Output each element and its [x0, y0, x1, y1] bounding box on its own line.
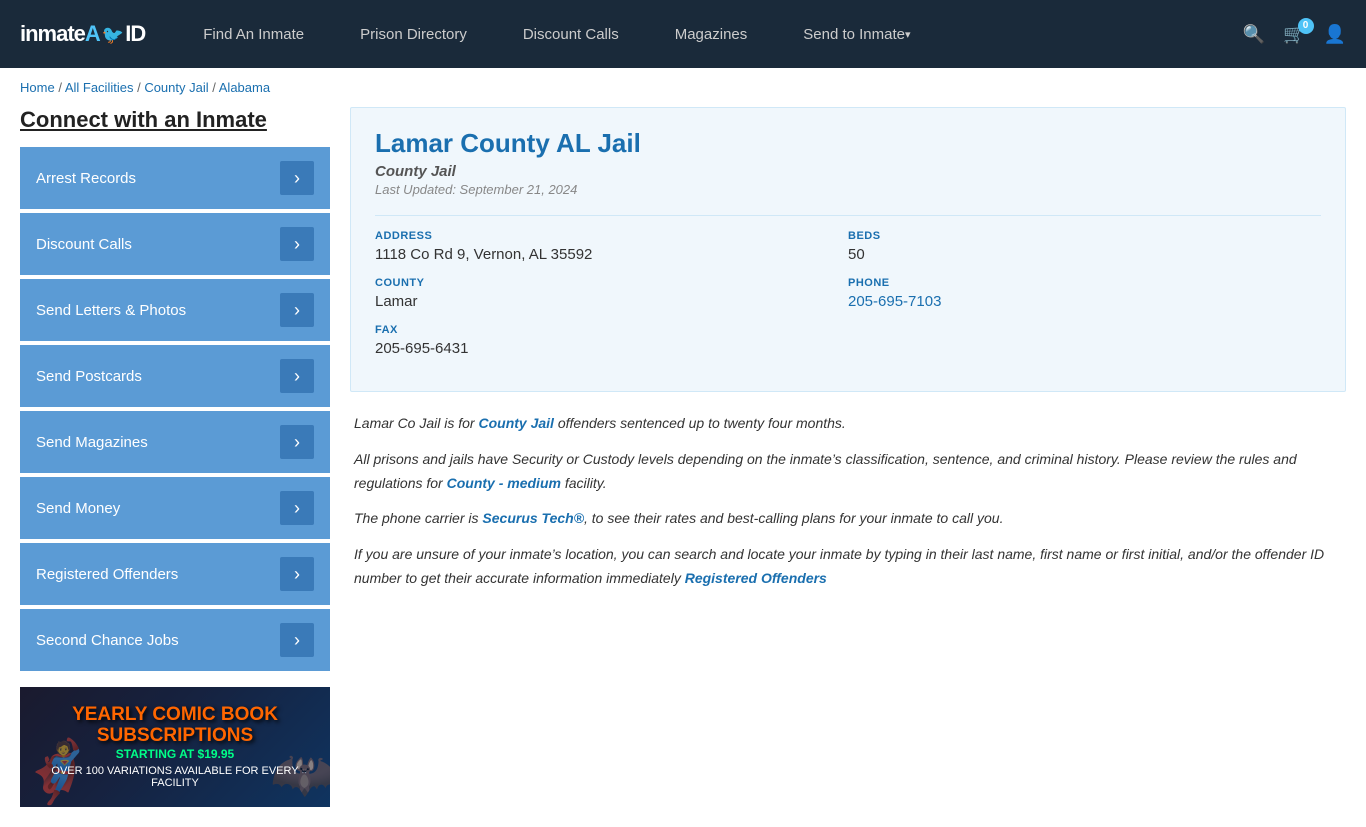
phone-label: PHONE [848, 277, 1321, 289]
cart-icon[interactable]: 🛒 0 [1283, 24, 1305, 45]
sidebar-send-letters[interactable]: Send Letters & Photos › [20, 279, 330, 341]
desc-para2: All prisons and jails have Security or C… [354, 448, 1342, 496]
breadcrumb-home[interactable]: Home [20, 80, 55, 95]
sidebar-title: Connect with an Inmate [20, 107, 330, 133]
ad-sub: OVER 100 VARIATIONS AVAILABLE FOR EVERY … [32, 765, 318, 789]
fax-label: FAX [375, 324, 848, 336]
sidebar-registered-offenders[interactable]: Registered Offenders › [20, 543, 330, 605]
sidebar-send-magazines[interactable]: Send Magazines › [20, 411, 330, 473]
sidebar-second-chance-jobs[interactable]: Second Chance Jobs › [20, 609, 330, 671]
facility-description: Lamar Co Jail is for County Jail offende… [350, 412, 1346, 591]
county-label: COUNTY [375, 277, 848, 289]
sidebar: Connect with an Inmate Arrest Records › … [20, 107, 330, 807]
desc-para3: The phone carrier is Securus Tech®, to s… [354, 507, 1342, 531]
beds-label: BEDS [848, 230, 1321, 242]
arrow-icon: › [280, 557, 314, 591]
county-value: Lamar [375, 293, 848, 310]
address-label: ADDRESS [375, 230, 848, 242]
logo[interactable]: inmateA🐦ID [20, 21, 145, 47]
sidebar-ad[interactable]: 🦸 🦇 YEARLY COMIC BOOK SUBSCRIPTIONS STAR… [20, 687, 330, 807]
sidebar-discount-calls[interactable]: Discount Calls › [20, 213, 330, 275]
sidebar-arrest-records[interactable]: Arrest Records › [20, 147, 330, 209]
registered-offenders-link[interactable]: Registered Offenders [685, 570, 827, 586]
main-layout: Connect with an Inmate Arrest Records › … [0, 107, 1366, 827]
county-medium-link[interactable]: County - medium [447, 475, 561, 491]
ad-title: YEARLY COMIC BOOK SUBSCRIPTIONS [72, 705, 278, 747]
facility-name: Lamar County AL Jail [375, 128, 1321, 159]
arrow-icon: › [280, 161, 314, 195]
cart-badge: 0 [1298, 18, 1314, 34]
arrow-icon: › [280, 623, 314, 657]
phone-cell: PHONE 205-695-7103 [848, 277, 1321, 324]
beds-cell: BEDS 50 [848, 230, 1321, 277]
arrow-icon: › [280, 425, 314, 459]
phone-value: 205-695-7103 [848, 293, 1321, 310]
main-nav: Find An Inmate Prison Directory Discount… [175, 0, 1243, 68]
facility-updated: Last Updated: September 21, 2024 [375, 182, 1321, 197]
ad-price: STARTING AT $19.95 [116, 747, 234, 761]
desc-para4: If you are unsure of your inmate’s locat… [354, 543, 1342, 591]
fax-value: 205-695-6431 [375, 340, 848, 357]
address-value: 1118 Co Rd 9, Vernon, AL 35592 [375, 246, 848, 263]
breadcrumb-county-jail[interactable]: County Jail [144, 80, 208, 95]
facility-card: Lamar County AL Jail County Jail Last Up… [350, 107, 1346, 392]
nav-discount-calls[interactable]: Discount Calls [495, 0, 647, 68]
nav-prison-directory[interactable]: Prison Directory [332, 0, 495, 68]
securus-tech-link[interactable]: Securus Tech® [482, 510, 584, 526]
nav-magazines[interactable]: Magazines [647, 0, 776, 68]
arrow-icon: › [280, 227, 314, 261]
breadcrumb-all-facilities[interactable]: All Facilities [65, 80, 134, 95]
facility-info-grid: ADDRESS 1118 Co Rd 9, Vernon, AL 35592 B… [375, 215, 1321, 371]
sidebar-send-postcards[interactable]: Send Postcards › [20, 345, 330, 407]
arrow-icon: › [280, 359, 314, 393]
beds-value: 50 [848, 246, 1321, 263]
breadcrumb-alabama[interactable]: Alabama [219, 80, 270, 95]
nav-find-inmate[interactable]: Find An Inmate [175, 0, 332, 68]
logo-text: inmateA🐦ID [20, 21, 145, 47]
desc-para1: Lamar Co Jail is for County Jail offende… [354, 412, 1342, 436]
arrow-icon: › [280, 491, 314, 525]
content-area: Lamar County AL Jail County Jail Last Up… [350, 107, 1346, 807]
sidebar-send-money[interactable]: Send Money › [20, 477, 330, 539]
county-jail-link[interactable]: County Jail [478, 415, 553, 431]
breadcrumb: Home / All Facilities / County Jail / Al… [0, 68, 1366, 107]
fax-cell: FAX 205-695-6431 [375, 324, 848, 371]
header-icons: 🔍 🛒 0 👤 [1243, 24, 1346, 45]
arrow-icon: › [280, 293, 314, 327]
user-icon[interactable]: 👤 [1324, 24, 1346, 45]
header: inmateA🐦ID Find An Inmate Prison Directo… [0, 0, 1366, 68]
search-icon[interactable]: 🔍 [1243, 24, 1265, 45]
address-cell: ADDRESS 1118 Co Rd 9, Vernon, AL 35592 [375, 230, 848, 277]
facility-type: County Jail [375, 163, 1321, 180]
county-cell: COUNTY Lamar [375, 277, 848, 324]
nav-send-to-inmate[interactable]: Send to Inmate [775, 0, 938, 68]
